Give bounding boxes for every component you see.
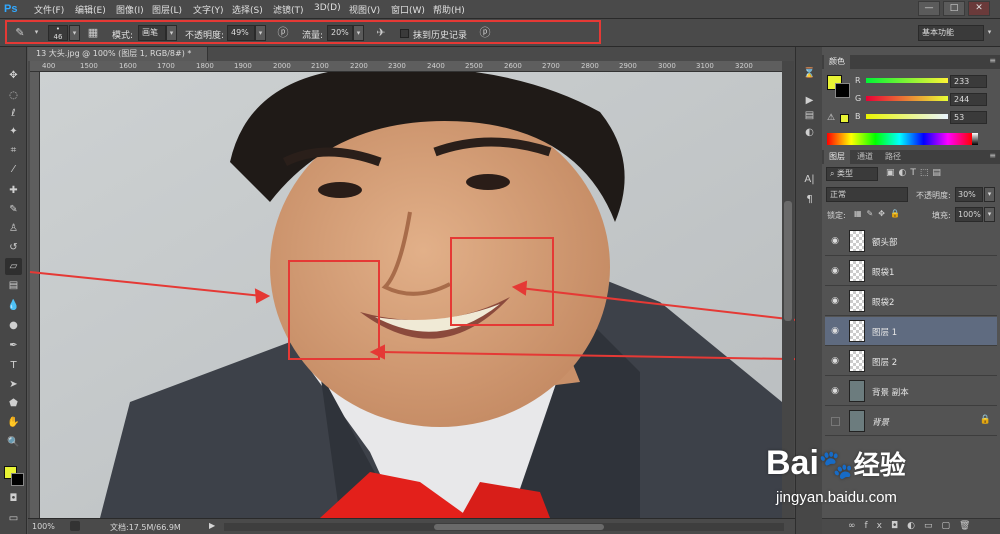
lock-options-icons[interactable]: ▦✎✥🔒 <box>854 209 905 218</box>
status-menu-arrow-icon[interactable]: ▶ <box>209 521 215 530</box>
layer-row[interactable]: ◉ 眼袋2 <box>825 287 997 316</box>
eye-icon[interactable]: ◉ <box>829 356 841 366</box>
color-panel-tabs: 颜色 ≡ <box>822 55 1000 69</box>
layer-filter-select[interactable]: ⌕ 类型 <box>826 167 878 181</box>
eye-icon[interactable]: ◉ <box>829 326 841 336</box>
fill-dropdown[interactable]: ▾ <box>984 207 995 222</box>
character-panel-icon[interactable]: A| <box>801 171 818 188</box>
zoom-level[interactable]: 100% <box>32 522 55 531</box>
gamut-color-swatch[interactable] <box>840 114 849 123</box>
layer-opacity-label: 不透明度: <box>916 191 951 200</box>
tab-channels[interactable]: 通道 <box>852 150 878 164</box>
fill-input[interactable]: 100% <box>955 207 983 222</box>
grayscale-bar[interactable] <box>972 133 978 145</box>
tab-layers[interactable]: 图层 <box>824 150 850 164</box>
green-channel-label: G <box>855 94 862 103</box>
watermark-brand: Bai🐾经验 <box>766 444 906 483</box>
layer-opacity-dropdown[interactable]: ▾ <box>984 187 995 202</box>
layer-row[interactable]: ◉ 图层 2 <box>825 347 997 376</box>
eye-icon[interactable]: ◉ <box>829 236 841 246</box>
layer-thumbnail <box>849 260 865 282</box>
search-icon: ⌕ <box>830 169 838 178</box>
blue-slider[interactable] <box>866 114 948 119</box>
layers-panel-tabs: 图层 通道 路径 ≡ <box>822 150 1000 164</box>
horizontal-scrollbar[interactable] <box>224 523 784 531</box>
export-icon[interactable] <box>70 521 80 531</box>
eye-icon[interactable]: ◉ <box>829 296 841 306</box>
layer-name: 额头部 <box>872 238 898 248</box>
lock-label: 锁定: <box>827 211 846 220</box>
document-size-info: 文档:17.5M/66.9M <box>110 523 181 532</box>
gamut-warning-icon[interactable]: ⚠ <box>827 113 835 123</box>
red-value-input[interactable]: 233 <box>950 75 987 88</box>
layer-name: 背景 副本 <box>872 388 909 398</box>
red-channel-label: R <box>855 76 861 85</box>
red-slider[interactable] <box>866 78 948 83</box>
layer-name: 眼袋1 <box>872 268 895 278</box>
layer-row[interactable]: 背景 🔒 <box>825 407 997 436</box>
fill-label: 填充: <box>932 211 951 220</box>
panel-menu-icon[interactable]: ≡ <box>989 56 996 65</box>
watermark-brand-text: Bai <box>766 444 819 482</box>
layer-opacity-input[interactable]: 30% <box>955 187 983 202</box>
color-spectrum-bar[interactable] <box>827 133 972 145</box>
layer-name: 图层 1 <box>872 328 898 338</box>
layer-filter-icons[interactable]: ▣◐T⬚▤ <box>886 168 945 178</box>
tab-paths[interactable]: 路径 <box>880 150 906 164</box>
history-panel-icon[interactable]: ⌛ <box>801 65 818 82</box>
layer-thumbnail <box>849 290 865 312</box>
eye-icon[interactable]: ◉ <box>829 266 841 276</box>
green-value-input[interactable]: 244 <box>950 93 987 106</box>
layer-thumbnail <box>849 380 865 402</box>
green-slider[interactable] <box>866 96 948 101</box>
status-bar: 100% 文档:17.5M/66.9M ▶ <box>28 518 795 534</box>
layer-thumbnail <box>849 230 865 252</box>
watermark-brand-cn: 经验 <box>853 450 906 480</box>
layer-thumbnail <box>849 410 865 432</box>
tab-color[interactable]: 颜色 <box>824 55 850 69</box>
layer-name: 图层 2 <box>872 358 898 368</box>
layer-name: 眼袋2 <box>872 298 895 308</box>
layer-row[interactable]: ◉ 背景 副本 <box>825 377 997 406</box>
paragraph-panel-icon[interactable]: ¶ <box>801 191 818 208</box>
layer-row-selected[interactable]: ◉ 图层 1 <box>825 317 997 346</box>
paw-icon: 🐾 <box>818 449 854 480</box>
panel-menu-icon[interactable]: ≡ <box>989 151 996 160</box>
scroll-thumb[interactable] <box>784 201 792 321</box>
lock-icon: 🔒 <box>979 415 991 425</box>
visibility-toggle-off[interactable] <box>831 417 840 426</box>
blend-mode-select[interactable]: 正常 <box>826 187 908 202</box>
properties-panel-icon[interactable]: ▤ <box>801 107 818 124</box>
layer-row[interactable]: ◉ 眼袋1 <box>825 257 997 286</box>
background-color-swatch[interactable] <box>835 83 850 98</box>
scroll-thumb[interactable] <box>434 524 604 530</box>
blue-value-input[interactable]: 53 <box>950 111 987 124</box>
layer-thumbnail <box>849 320 865 342</box>
layers-panel-footer-icons[interactable]: ∞fx◘◐▭▢🗑 <box>822 518 1000 534</box>
blue-channel-label: B <box>855 112 861 121</box>
layer-name: 背景 <box>872 418 890 428</box>
watermark-url: jingyan.baidu.com <box>776 489 897 506</box>
eye-icon[interactable]: ◉ <box>829 386 841 396</box>
layer-row[interactable]: ◉ 额头部 <box>825 227 997 256</box>
layer-filter-label: 类型 <box>837 169 854 178</box>
layer-thumbnail <box>849 350 865 372</box>
